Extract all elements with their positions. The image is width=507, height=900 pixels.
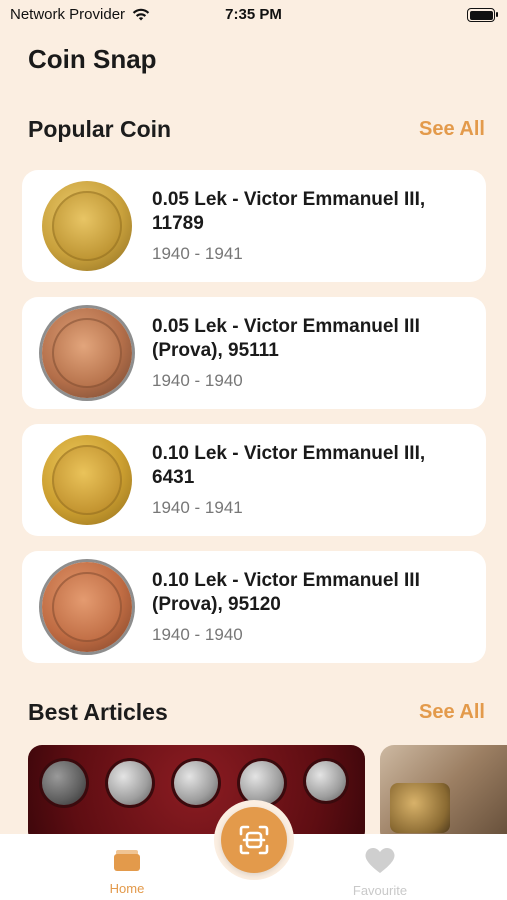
popular-coin-title: Popular Coin (28, 115, 172, 142)
article-image (174, 761, 218, 805)
coin-card[interactable]: 0.10 Lek - Victor Emmanuel III (Prova), … (22, 551, 486, 663)
coin-years: 1940 - 1941 (152, 498, 243, 517)
battery-icon (467, 8, 498, 22)
scan-button-wrap (214, 800, 294, 880)
coin-years: 1940 - 1941 (152, 244, 243, 263)
best-articles-title: Best Articles (28, 698, 168, 725)
app-title: Coin Snap (28, 44, 157, 74)
article-image (108, 761, 152, 805)
coin-image (42, 308, 132, 398)
nav-favourite-label: Favourite (352, 883, 408, 898)
coin-image (42, 562, 132, 652)
coin-image (42, 181, 132, 271)
coin-years: 1940 - 1940 (152, 625, 243, 644)
articles-see-all-button[interactable]: See All (419, 701, 485, 724)
heart-icon (365, 847, 395, 873)
coin-name: 0.05 Lek - Victor Emmanuel III, 11789 (152, 189, 426, 234)
coin-name: 0.10 Lek - Victor Emmanuel III (Prova), … (152, 570, 420, 615)
coin-card[interactable]: 0.05 Lek - Victor Emmanuel III (Prova), … (22, 297, 486, 409)
coin-years: 1940 - 1940 (152, 371, 243, 390)
popular-coin-header: Popular Coin See All (28, 114, 485, 144)
best-articles-header: Best Articles See All (28, 697, 485, 727)
popular-see-all-button[interactable]: See All (419, 118, 485, 141)
article-card[interactable] (28, 745, 365, 835)
coin-name: 0.05 Lek - Victor Emmanuel III (Prova), … (152, 316, 420, 361)
coin-card[interactable]: 0.10 Lek - Victor Emmanuel III, 6431 194… (22, 424, 486, 536)
scan-icon (239, 825, 269, 855)
article-image (390, 783, 450, 833)
scan-button[interactable] (221, 807, 287, 873)
article-image (306, 761, 346, 801)
nav-home-label: Home (109, 881, 145, 896)
status-time: 7:35 PM (225, 6, 282, 23)
article-card[interactable] (380, 745, 507, 835)
coin-name: 0.10 Lek - Victor Emmanuel III, 6431 (152, 443, 426, 488)
nav-home[interactable]: Home (77, 846, 177, 896)
article-image (240, 761, 284, 805)
status-bar: Network Provider 7:35 PM (0, 0, 507, 32)
article-image (42, 761, 86, 805)
popular-coin-list: 0.05 Lek - Victor Emmanuel III, 11789 19… (22, 170, 486, 678)
nav-favourite[interactable]: Favourite (330, 846, 430, 898)
coin-image (42, 435, 132, 525)
coin-card[interactable]: 0.05 Lek - Victor Emmanuel III, 11789 19… (22, 170, 486, 282)
home-icon (114, 850, 140, 871)
